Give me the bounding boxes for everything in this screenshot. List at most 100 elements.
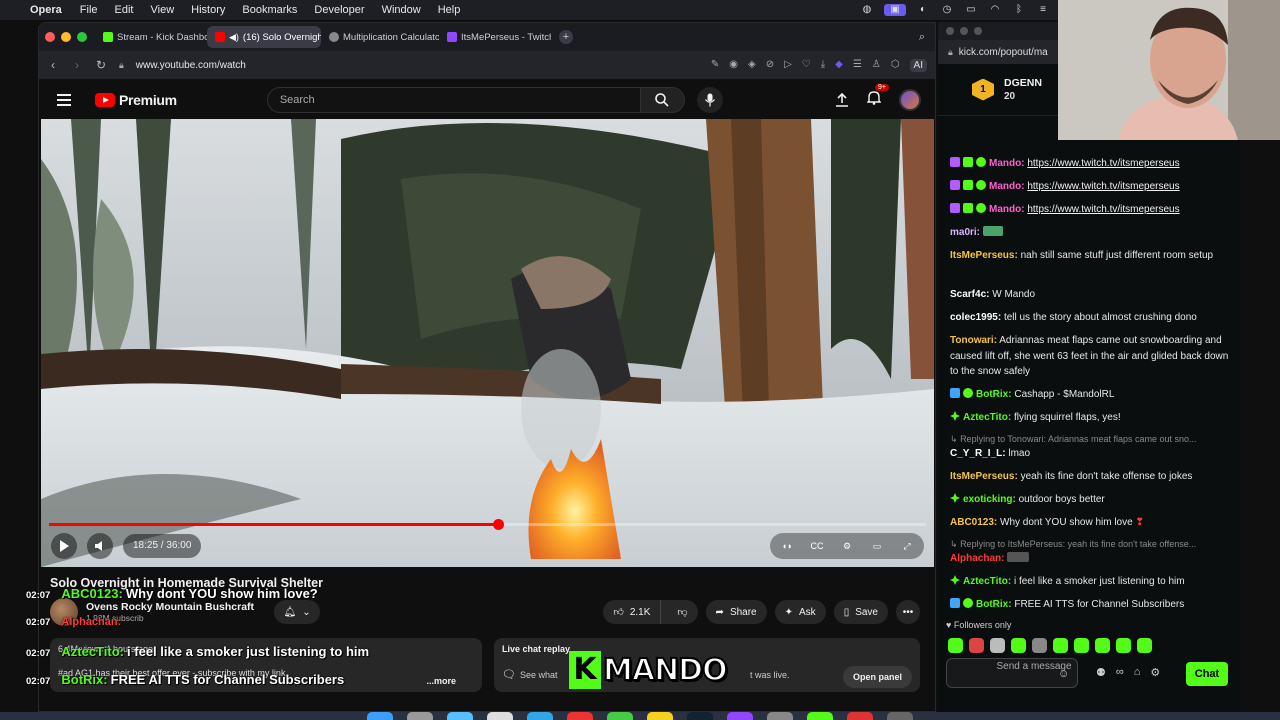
tab-search-icon[interactable]: ⌕	[919, 31, 925, 44]
settings-gear-icon[interactable]: ⚙	[1150, 666, 1160, 679]
status-app-icon[interactable]: ◐	[916, 4, 930, 16]
cube-icon[interactable]: ⬡	[891, 59, 900, 72]
more-actions-button[interactable]: •••	[896, 600, 920, 624]
new-tab-button[interactable]: +	[559, 30, 573, 44]
status-clock-icon[interactable]: ◷	[940, 4, 954, 16]
emote-icon[interactable]	[990, 638, 1005, 653]
chat-username[interactable]: Alphachan:	[950, 553, 1004, 564]
chat-username[interactable]: Scarf4c:	[950, 289, 989, 300]
camera-icon[interactable]: ◉	[729, 59, 738, 72]
chat-username[interactable]: ma0ri:	[950, 227, 980, 238]
profile-icon[interactable]: ♙	[872, 59, 881, 72]
ai-button[interactable]: AI	[909, 58, 927, 72]
volume-button[interactable]	[87, 533, 113, 559]
save-button[interactable]: ▯ Save	[833, 600, 888, 624]
menu-file[interactable]: File	[80, 4, 98, 16]
kick-url[interactable]: kick.com/popout/ma	[959, 47, 1048, 58]
twitch-dock-icon[interactable]	[727, 712, 753, 720]
upload-icon[interactable]	[835, 93, 849, 107]
search-button[interactable]	[640, 87, 685, 113]
description-box[interactable]: 6.4M views 4 hours ago #ad AG1 has their…	[50, 638, 482, 692]
emote-icon[interactable]	[1074, 638, 1089, 653]
emote-icon[interactable]	[948, 638, 963, 653]
progress-bar[interactable]	[49, 519, 926, 530]
close-window-button[interactable]	[946, 27, 954, 35]
emote-icon[interactable]	[1032, 638, 1047, 653]
app-dock-icon[interactable]	[487, 712, 513, 720]
zoom-window-button[interactable]	[77, 32, 87, 42]
more-link[interactable]: ...more	[426, 676, 456, 686]
menu-window[interactable]: Window	[382, 4, 421, 16]
emote-icon[interactable]	[1137, 638, 1152, 653]
opera-dock-icon[interactable]	[567, 712, 593, 720]
url-field[interactable]: www.youtube.com/watch	[136, 60, 246, 71]
messages-dock-icon[interactable]	[607, 712, 633, 720]
notifications-button[interactable]: 9+	[866, 84, 889, 110]
subscription-bell-button[interactable]: 🔔︎ ⌄	[274, 600, 321, 624]
play-icon[interactable]: ▷	[784, 59, 792, 72]
chat-username[interactable]: ItsMePerseus:	[950, 250, 1018, 261]
status-control-center-icon[interactable]: ≡	[1036, 4, 1050, 16]
leaderboard-entry[interactable]: DGENN 20	[1004, 76, 1042, 104]
status-bluetooth-icon[interactable]: ᛒ	[1012, 4, 1026, 16]
emote-icon[interactable]	[1011, 638, 1026, 653]
menu-view[interactable]: View	[151, 4, 175, 16]
channel-name[interactable]: Ovens Rocky Mountain Bushcraft	[86, 601, 254, 613]
chat-link[interactable]: https://www.twitch.tv/itsmeperseus	[1027, 158, 1179, 169]
tab-multiplication-calculator[interactable]: Multiplication Calculator	[321, 26, 439, 48]
finder-dock-icon[interactable]	[367, 712, 393, 720]
play-button[interactable]	[51, 533, 77, 559]
tab-twitch[interactable]: ItsMePerseus - Twitch	[439, 26, 551, 48]
chat-username[interactable]: BotRix:	[976, 599, 1012, 610]
reload-icon[interactable]: ↻	[95, 58, 107, 72]
minimize-window-button[interactable]	[960, 27, 968, 35]
close-window-button[interactable]	[45, 32, 55, 42]
terminal-dock-icon[interactable]	[687, 712, 713, 720]
channel-avatar[interactable]	[50, 598, 78, 626]
menu-history[interactable]: History	[191, 4, 225, 16]
edit-icon[interactable]: ✎	[711, 59, 719, 72]
menu-bookmarks[interactable]: Bookmarks	[242, 4, 297, 16]
gift-icon[interactable]: ⌂	[1134, 666, 1141, 679]
scrubber-handle[interactable]	[492, 519, 504, 530]
tab-youtube-video[interactable]: ◀) (16) Solo Overnight in Hom	[207, 26, 321, 48]
search-input[interactable]: Search	[266, 87, 641, 113]
chat-username[interactable]: C_Y_R_I_L:	[950, 448, 1006, 459]
download-icon[interactable]: ⤓	[821, 59, 825, 72]
fullscreen-icon[interactable]: ⤢	[896, 535, 918, 557]
emote-icon[interactable]	[1053, 638, 1068, 653]
trash-dock-icon[interactable]	[887, 712, 913, 720]
voice-search-button[interactable]	[696, 87, 723, 113]
menu-developer[interactable]: Developer	[314, 4, 364, 16]
chat-username[interactable]: Mando:	[989, 158, 1025, 169]
emoji-picker-icon[interactable]: ☺	[1058, 668, 1069, 680]
settings-gear-icon[interactable]: ⚙	[836, 535, 858, 557]
share-button[interactable]: ➦ Share	[705, 600, 767, 624]
forward-icon[interactable]: ›	[71, 58, 83, 72]
dislike-button[interactable]: 👎︎	[667, 600, 697, 624]
back-icon[interactable]: ‹	[47, 58, 59, 72]
video-player[interactable]: 18:25 / 36:00 ◖◗ CC ⚙ ▭ ⤢	[41, 119, 934, 567]
community-icon[interactable]: ⚉	[1096, 666, 1106, 679]
status-wifi-icon[interactable]: ◠	[988, 4, 1002, 16]
adblock-icon[interactable]: ⊘	[766, 59, 774, 72]
menu-hamburger-icon[interactable]	[57, 94, 71, 106]
safari-dock-icon[interactable]	[447, 712, 473, 720]
open-panel-button[interactable]: Open panel	[842, 666, 912, 688]
chat-username[interactable]: AztecTito:	[963, 412, 1011, 423]
chat-username[interactable]: Tonowari:	[950, 335, 997, 346]
status-screen-share-icon[interactable]: ▣	[884, 4, 906, 16]
heart-icon[interactable]: ♡	[802, 59, 811, 72]
chat-username[interactable]: ABC0123:	[950, 517, 997, 528]
status-camera-icon[interactable]: ◍	[860, 4, 874, 16]
tab-kick-dashboard[interactable]: Stream - Kick Dashboard	[95, 26, 207, 48]
chat-username[interactable]: exoticking:	[963, 494, 1016, 505]
chat-username[interactable]: ItsMePerseus:	[950, 471, 1018, 482]
chat-username[interactable]: Mando:	[989, 181, 1025, 192]
settings-dock-icon[interactable]	[767, 712, 793, 720]
mail-dock-icon[interactable]	[527, 712, 553, 720]
youtube-logo[interactable]: Premium	[95, 92, 177, 108]
emote-icon[interactable]	[969, 638, 984, 653]
chat-username[interactable]: BotRix:	[976, 389, 1012, 400]
emote-icon[interactable]	[1116, 638, 1131, 653]
